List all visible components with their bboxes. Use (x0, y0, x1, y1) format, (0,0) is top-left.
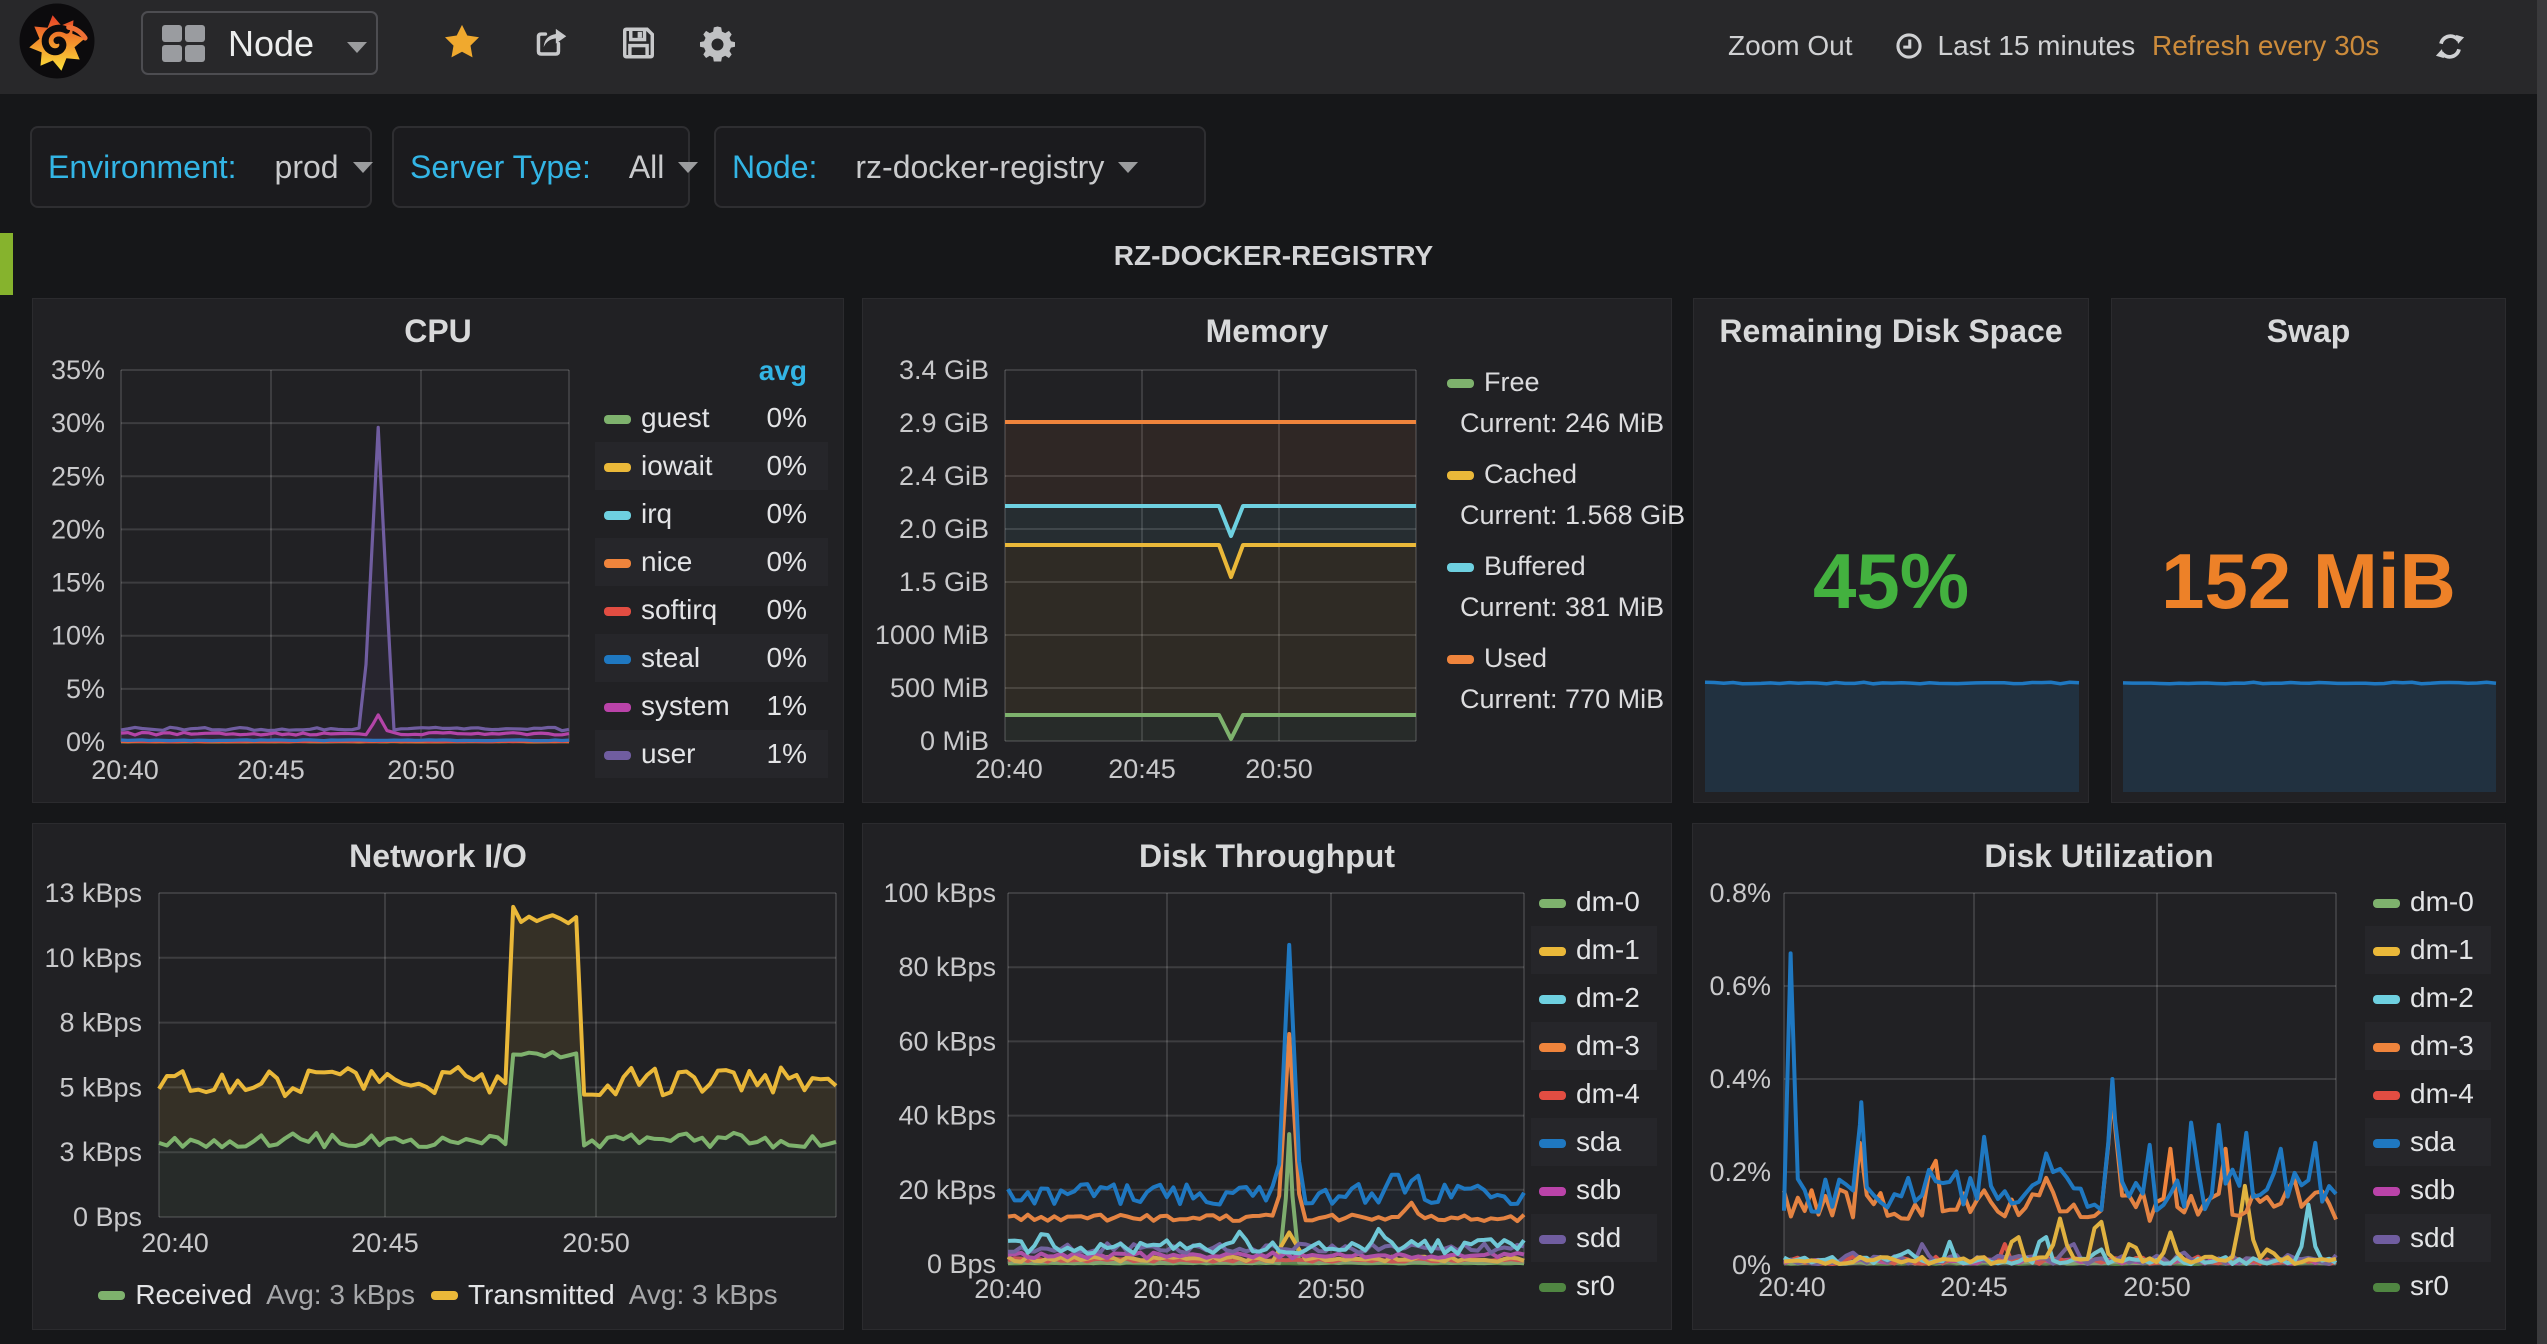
svg-text:0%: 0% (66, 727, 105, 757)
svg-text:2.4 GiB: 2.4 GiB (899, 461, 989, 491)
svg-text:20:45: 20:45 (237, 755, 305, 785)
svg-text:20:45: 20:45 (351, 1228, 419, 1258)
svg-text:5 kBps: 5 kBps (59, 1072, 142, 1102)
svg-text:2.9 GiB: 2.9 GiB (899, 408, 989, 438)
svg-text:20:45: 20:45 (1940, 1272, 2008, 1302)
svg-text:20:50: 20:50 (387, 755, 455, 785)
svg-text:10%: 10% (51, 621, 105, 651)
svg-text:15%: 15% (51, 568, 105, 598)
svg-text:20:40: 20:40 (91, 755, 159, 785)
svg-text:1000 MiB: 1000 MiB (875, 620, 989, 650)
svg-text:20:50: 20:50 (562, 1228, 630, 1258)
svg-text:3 kBps: 3 kBps (59, 1137, 142, 1167)
svg-text:8 kBps: 8 kBps (59, 1008, 142, 1038)
svg-text:20:50: 20:50 (1245, 754, 1313, 784)
svg-text:5%: 5% (66, 674, 105, 704)
svg-text:60 kBps: 60 kBps (898, 1026, 996, 1056)
svg-text:0 Bps: 0 Bps (73, 1202, 142, 1232)
svg-text:25%: 25% (51, 461, 105, 491)
svg-text:100 kBps: 100 kBps (883, 878, 996, 908)
svg-text:80 kBps: 80 kBps (898, 952, 996, 982)
svg-text:0 MiB: 0 MiB (920, 726, 989, 756)
svg-text:20%: 20% (51, 514, 105, 544)
svg-text:20:40: 20:40 (141, 1228, 209, 1258)
svg-text:0.6%: 0.6% (1709, 971, 1771, 1001)
svg-text:20:45: 20:45 (1133, 1274, 1201, 1304)
svg-text:30%: 30% (51, 408, 105, 438)
svg-text:35%: 35% (51, 355, 105, 385)
svg-text:3.4 GiB: 3.4 GiB (899, 355, 989, 385)
svg-text:20:50: 20:50 (1297, 1274, 1365, 1304)
svg-text:20:40: 20:40 (1758, 1272, 1826, 1302)
svg-text:500 MiB: 500 MiB (890, 673, 989, 703)
svg-text:20:40: 20:40 (974, 1274, 1042, 1304)
svg-text:20:45: 20:45 (1108, 754, 1176, 784)
svg-text:20:50: 20:50 (2123, 1272, 2191, 1302)
svg-text:1.5 GiB: 1.5 GiB (899, 567, 989, 597)
svg-text:0.4%: 0.4% (1709, 1064, 1771, 1094)
svg-text:2.0 GiB: 2.0 GiB (899, 514, 989, 544)
svg-text:20:40: 20:40 (975, 754, 1043, 784)
svg-text:40 kBps: 40 kBps (898, 1101, 996, 1131)
svg-text:20 kBps: 20 kBps (898, 1175, 996, 1205)
svg-text:13 kBps: 13 kBps (44, 878, 142, 908)
svg-text:0.2%: 0.2% (1709, 1157, 1771, 1187)
svg-text:10 kBps: 10 kBps (44, 943, 142, 973)
svg-text:0.8%: 0.8% (1709, 878, 1771, 908)
